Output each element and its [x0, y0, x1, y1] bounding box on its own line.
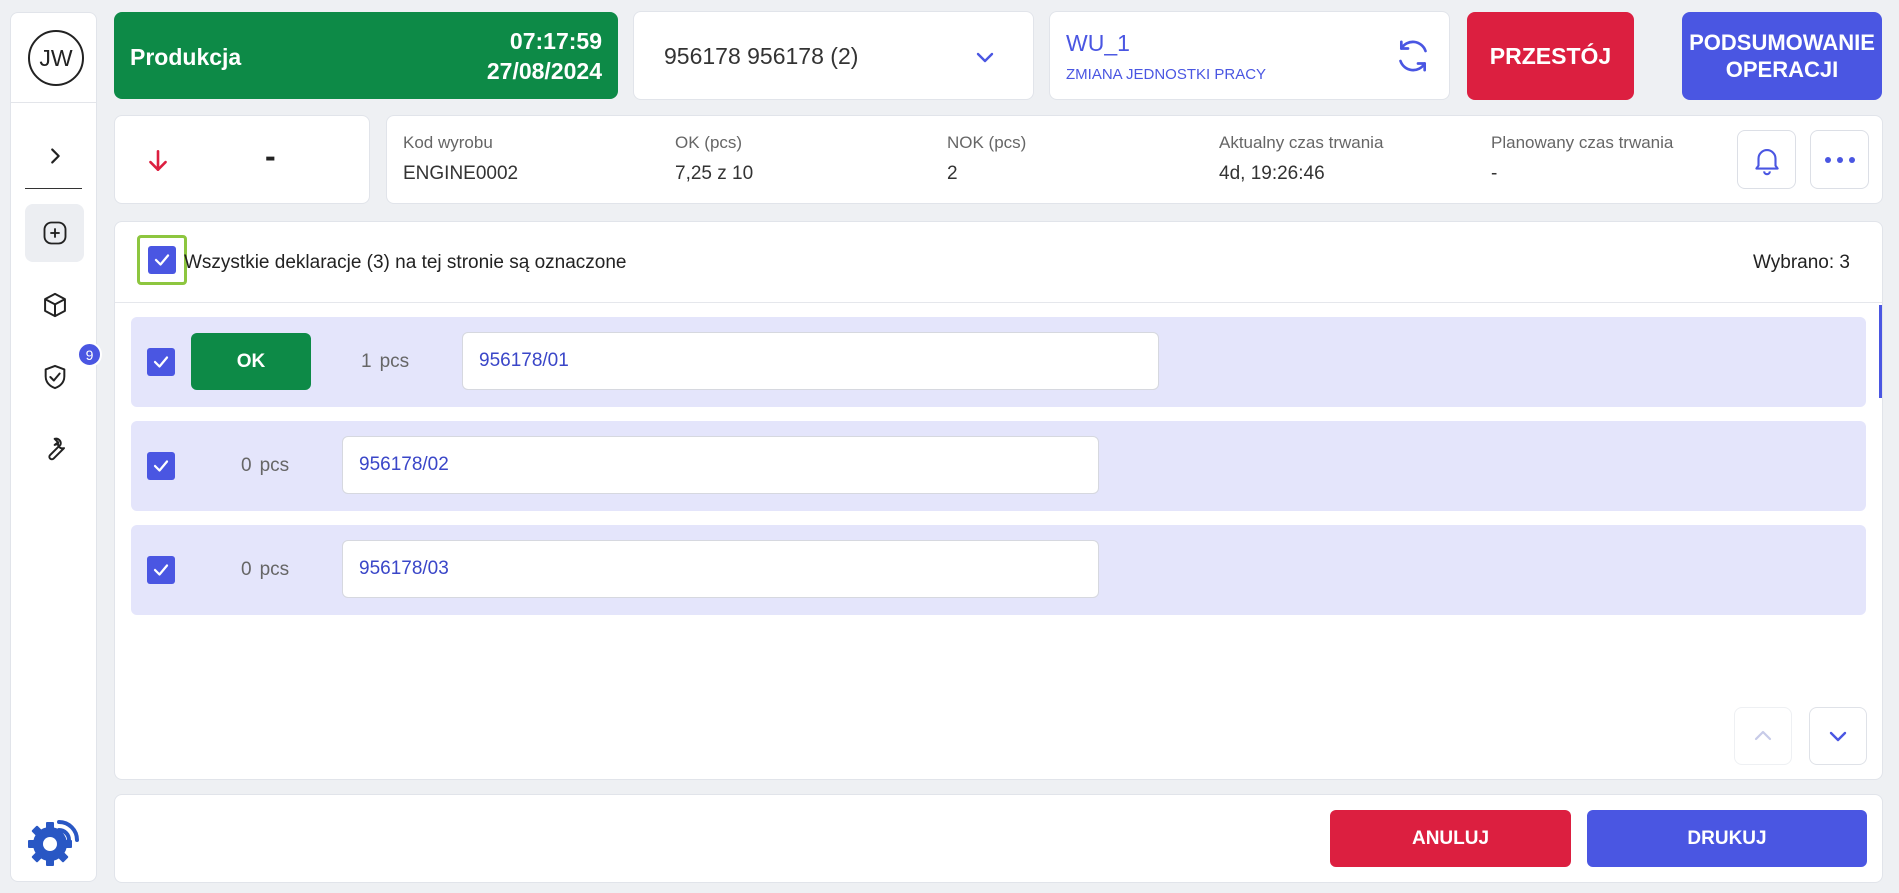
status-datetime: 07:17:59 27/08/2024: [487, 26, 602, 86]
select-all-checkbox[interactable]: [148, 246, 176, 274]
chevron-down-icon: [1829, 731, 1847, 742]
ok-field: OK (pcs) 7,25 z 10: [675, 133, 753, 185]
change-work-unit-link[interactable]: ZMIANA JEDNOSTKI PRACY: [1066, 66, 1266, 83]
actual-duration-label: Aktualny czas trwania: [1219, 133, 1384, 152]
quantity-unit: pcs: [259, 559, 290, 580]
order-number: 956178 956178 (2): [664, 43, 859, 69]
chevron-down-icon[interactable]: [973, 45, 997, 69]
product-code-field: Kod wyrobu ENGINE0002: [403, 133, 518, 185]
actual-duration-field: Aktualny czas trwania 4d, 19:26:46: [1219, 133, 1383, 185]
more-horizontal-icon: [1824, 156, 1855, 163]
planned-duration-value: -: [1491, 163, 1498, 184]
scroll-down-button[interactable]: [1809, 707, 1867, 765]
quantity-value: 0: [241, 455, 252, 476]
product-code-value: ENGINE0002: [403, 163, 519, 184]
operation-info-card: Kod wyrobu ENGINE0002 OK (pcs) 7,25 z 10…: [386, 115, 1883, 204]
row-quantity: 0 pcs: [241, 559, 289, 581]
sidebar: JW 9: [10, 12, 102, 882]
select-all-checkbox-wrapper: [137, 235, 187, 285]
row-checkbox[interactable]: [147, 556, 175, 584]
sidebar-divider: [25, 188, 82, 189]
checkmark-icon: [153, 356, 169, 368]
shield-check-icon: [44, 364, 65, 390]
sidebar-item-products[interactable]: [25, 276, 84, 334]
selected-count: Wybrano: 3: [1753, 252, 1850, 273]
refresh-icon[interactable]: [1393, 36, 1433, 76]
panel-divider: [115, 302, 1882, 303]
scroll-up-button[interactable]: [1734, 707, 1792, 765]
checkmark-icon: [154, 254, 170, 266]
avatar[interactable]: JW: [28, 30, 84, 86]
bell-icon: [1754, 148, 1779, 175]
quantity-unit: pcs: [259, 455, 290, 476]
notification-badge: 9: [77, 342, 102, 367]
serial-number-input[interactable]: 956178/01: [462, 332, 1159, 390]
checkmark-icon: [153, 460, 169, 472]
plus-circle-icon: [43, 221, 66, 245]
nok-field: NOK (pcs) 2: [947, 133, 1026, 185]
sidebar-divider: [11, 102, 96, 103]
select-all-label: Wszystkie deklaracje (3) na tej stronie …: [184, 252, 627, 273]
chevron-right-icon: [50, 148, 60, 164]
wrench-icon: [47, 437, 65, 461]
cancel-button[interactable]: ANULUJ: [1330, 810, 1571, 867]
status-time: 07:17:59: [509, 28, 602, 54]
operation-summary-button[interactable]: PODSUMOWANIE OPERACJI: [1682, 12, 1882, 100]
downtime-button[interactable]: PRZESTÓJ: [1467, 12, 1634, 100]
print-button[interactable]: DRUKUJ: [1587, 810, 1867, 867]
production-status-card: Produkcja 07:17:59 27/08/2024: [114, 12, 618, 99]
ok-status-button[interactable]: OK: [191, 333, 311, 390]
nok-label: NOK (pcs): [947, 133, 1027, 152]
serial-number-input[interactable]: 956178/02: [342, 436, 1099, 494]
declaration-row: 0 pcs 956178/02: [131, 421, 1866, 511]
quantity-unit: pcs: [379, 351, 410, 372]
quantity-value: 1: [361, 351, 372, 372]
row-quantity: 1 pcs: [361, 351, 409, 373]
sidebar-item-declare[interactable]: [25, 204, 84, 262]
ok-value: 7,25 z 10: [675, 163, 754, 184]
ok-label: OK (pcs): [675, 133, 743, 152]
notifications-button[interactable]: [1737, 130, 1796, 189]
more-options-button[interactable]: [1810, 130, 1869, 189]
checkmark-icon: [153, 564, 169, 576]
scrollbar[interactable]: [1879, 305, 1882, 398]
sidebar-item-quality[interactable]: 9: [25, 342, 102, 406]
status-label: Produkcja: [130, 44, 242, 70]
arrow-down-icon: [149, 149, 167, 171]
row-checkbox[interactable]: [147, 452, 175, 480]
declaration-row: OK 1 pcs 956178/01: [131, 317, 1866, 407]
declarations-panel: Wszystkie deklaracje (3) na tej stronie …: [114, 221, 1883, 780]
work-unit-card[interactable]: WU_1 ZMIANA JEDNOSTKI PRACY: [1049, 11, 1450, 100]
planned-duration-label: Planowany czas trwania: [1491, 133, 1674, 152]
operation-summary-label-line1: PODSUMOWANIE: [1689, 30, 1875, 55]
gear-signal-logo-icon: [25, 810, 85, 870]
quantity-value: 0: [241, 559, 252, 580]
cube-icon: [43, 292, 66, 318]
expand-sidebar-button[interactable]: [25, 127, 84, 185]
trend-value: -: [265, 138, 276, 174]
row-quantity: 0 pcs: [241, 455, 289, 477]
status-date: 27/08/2024: [486, 58, 602, 84]
sidebar-item-maintenance[interactable]: [25, 420, 84, 478]
product-code-label: Kod wyrobu: [403, 133, 493, 152]
work-unit-title: WU_1: [1066, 30, 1130, 56]
order-selector[interactable]: 956178 956178 (2): [633, 11, 1034, 100]
declaration-row: 0 pcs 956178/03: [131, 525, 1866, 615]
chevron-up-icon: [1754, 730, 1772, 741]
serial-number-input[interactable]: 956178/03: [342, 540, 1099, 598]
footer-actions: ANULUJ DRUKUJ: [114, 794, 1883, 883]
trend-card: -: [114, 115, 370, 204]
operation-summary-label-line2: OPERACJI: [1725, 57, 1839, 82]
row-checkbox[interactable]: [147, 348, 175, 376]
actual-duration-value: 4d, 19:26:46: [1219, 163, 1325, 184]
planned-duration-field: Planowany czas trwania -: [1491, 133, 1673, 185]
nok-value: 2: [947, 163, 958, 184]
